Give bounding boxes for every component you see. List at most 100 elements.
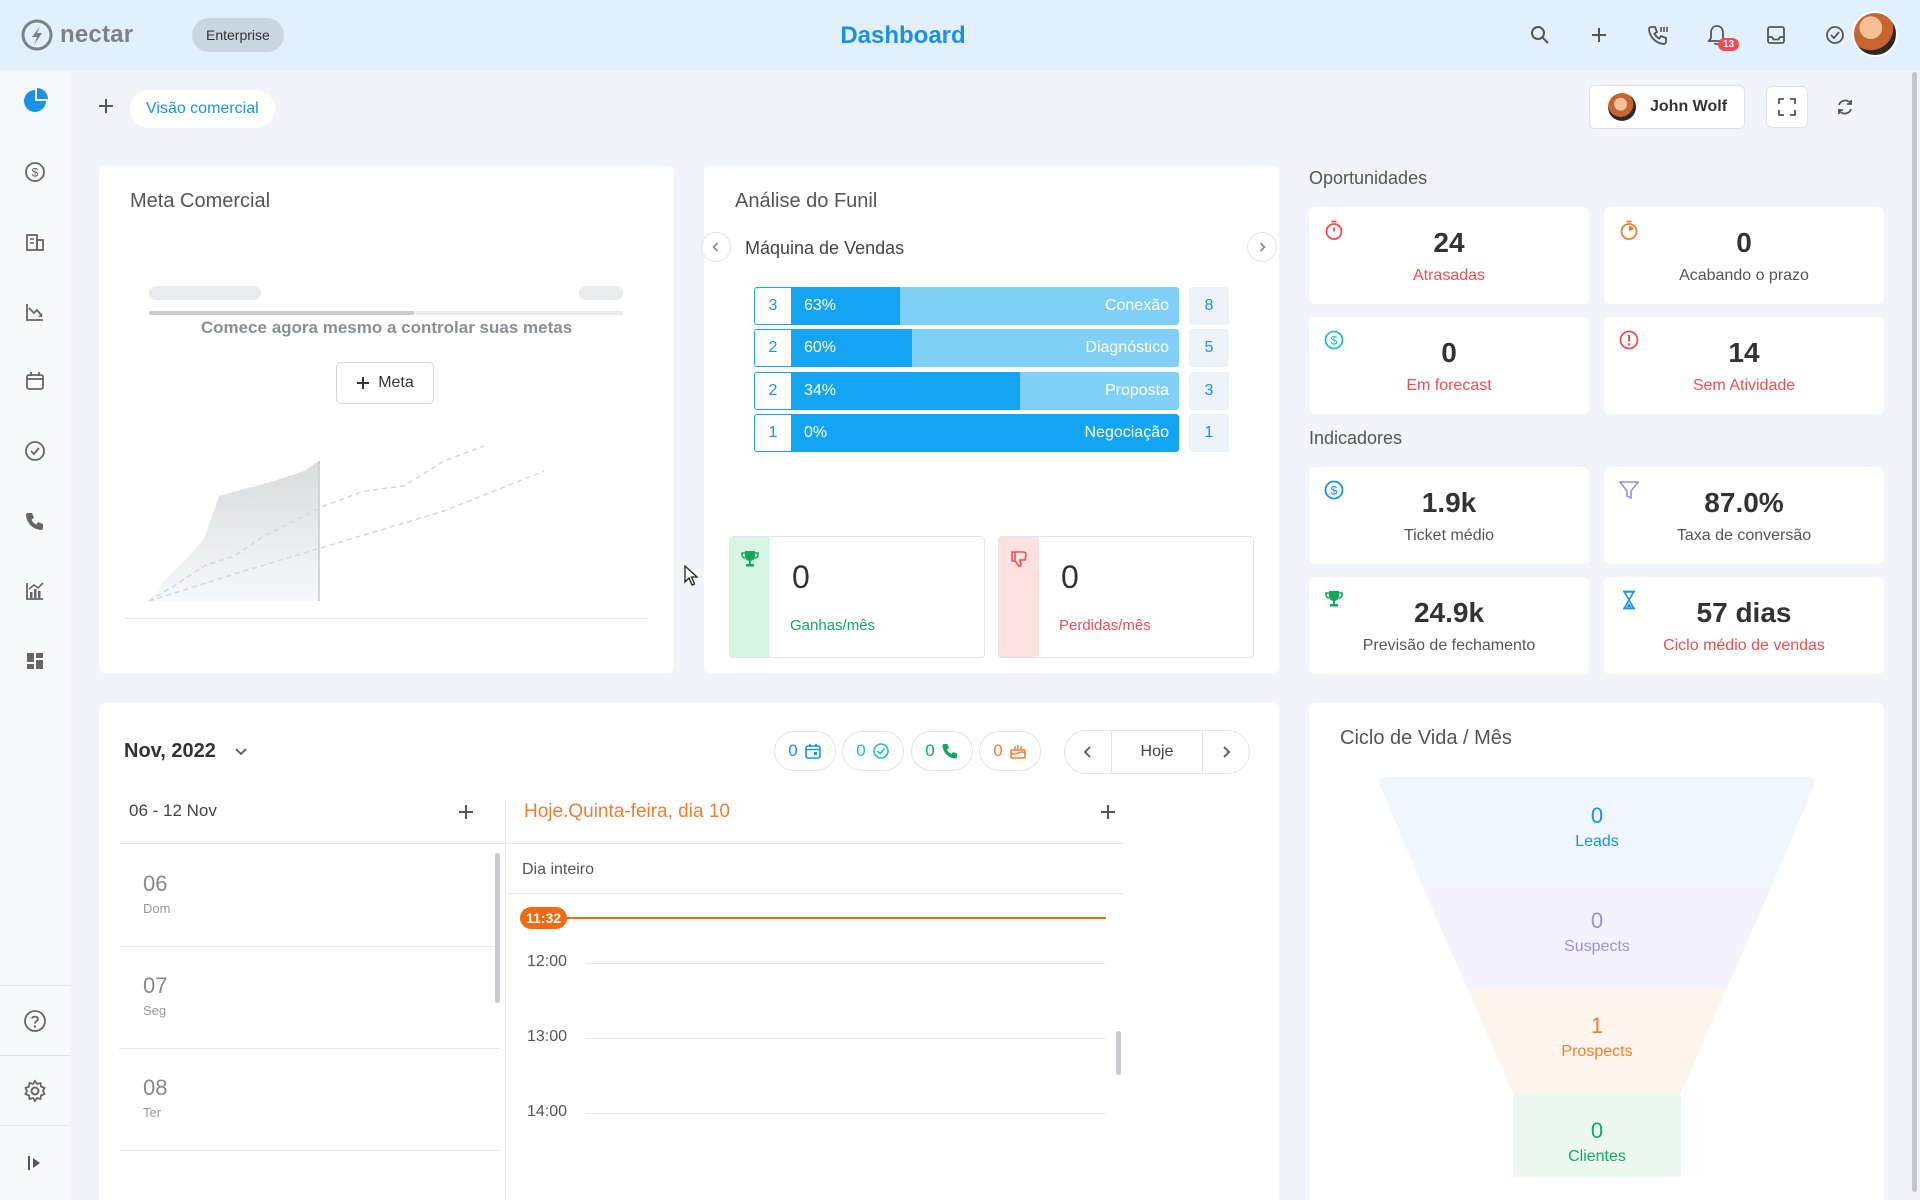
building-icon[interactable] [22,229,48,255]
pipeline-name: Máquina de Vendas [745,238,905,258]
lost-strip [999,537,1039,657]
funnel-stage-number: 3 [754,287,792,325]
activity-counter[interactable]: 0 [979,731,1041,771]
lifecycle-stage-label: Leads [1575,833,1619,850]
week-day-row[interactable]: 08 Ter [119,1049,499,1151]
sidebar-divider [0,1055,70,1056]
lost-per-month-box[interactable]: 0 Perdidas/mês [998,536,1254,658]
today-button[interactable]: Hoje [1111,730,1203,774]
add-icon[interactable] [1586,22,1612,48]
stat-tile[interactable]: 87.0% Taxa de conversão [1604,467,1884,564]
stat-tile[interactable]: $1.9k Ticket médio [1309,467,1589,564]
meta-comercial-card: Meta Comercial Comece agora mesmo a cont… [99,166,674,673]
chart-up-icon[interactable] [22,578,48,604]
lifecycle-stage[interactable]: 0 Suspects [1497,908,1697,956]
lifecycle-stage[interactable]: 0 Leads [1497,803,1697,851]
lifecycle-stage-value: 0 [1590,908,1604,933]
fullscreen-button[interactable] [1766,86,1808,128]
funnel-stage-bar: 60% Diagnóstico [792,329,1179,367]
month-label: Nov, 2022 [124,740,216,762]
funnel-stage-row[interactable]: 3 63% Conexão 8 [754,287,1229,325]
stat-tile[interactable]: 0 Acabando o prazo [1604,207,1884,304]
tab-visao-comercial[interactable]: Visão comercial [130,90,275,128]
add-week-event-icon[interactable] [457,803,477,823]
activity-counter[interactable]: 0 [774,731,836,771]
stat-value: 24.9k [1413,597,1485,628]
week-day-row[interactable]: 07 Seg [119,947,499,1049]
funnel-stage-name: Proposta [1104,382,1169,399]
chevron-right-icon [1223,746,1231,758]
activity-counter[interactable]: 0 [911,731,973,771]
stat-tile[interactable]: 24 Atrasadas [1309,207,1589,304]
funnel-stage-row[interactable]: 1 0% Negociação 1 [754,414,1229,452]
won-per-month-box[interactable]: 0 Ganhas/mês [729,536,985,658]
calendar-icon[interactable] [22,368,48,394]
week-scrollbar[interactable] [495,853,500,1003]
pie-chart-icon[interactable] [22,88,48,114]
funnel-stage-count: 1 [1189,414,1229,452]
day-name: Ter [143,1105,162,1120]
day-number: 08 [143,1075,168,1100]
hour-gridline [586,1113,1106,1114]
funnel-stage-name: Negociação [1084,424,1170,441]
stat-label: Ticket médio [1403,527,1495,544]
inbox-icon[interactable] [1763,22,1789,48]
won-label: Ganhas/mês [790,617,876,634]
add-meta-button[interactable]: Meta [336,362,434,404]
calendar-next-button[interactable] [1203,730,1249,774]
top-actions: 13 [1527,22,1848,51]
stat-tile[interactable]: 57 dias Ciclo médio de vendas [1604,577,1884,674]
funnel-stage-number: 1 [754,414,792,452]
stat-label: Previsão de fechamento [1362,637,1536,654]
check-circle-icon[interactable] [22,438,48,464]
funnel-stage-bar: 63% Conexão [792,287,1179,325]
activity-counter[interactable]: 0 [842,731,904,771]
user-avatar[interactable] [1852,11,1898,57]
counter-value: 0 [856,741,866,760]
gear-icon[interactable] [22,1078,48,1104]
help-icon[interactable] [22,1008,48,1034]
collapse-icon[interactable] [22,1150,48,1176]
add-tab-icon[interactable] [96,96,116,116]
lifecycle-stage[interactable]: 1 Prospects [1497,1013,1697,1061]
phone-call-icon[interactable] [1645,22,1671,48]
current-time-line [564,917,1106,919]
day-scrollbar[interactable] [1116,1031,1121,1075]
phone-icon[interactable] [22,508,48,534]
add-day-event-icon[interactable] [1099,803,1119,823]
hour-label: 14:00 [527,1103,568,1120]
stat-tile[interactable]: 14 Sem Atividade [1604,317,1884,414]
hour-gridline [586,963,1106,964]
lifecycle-stage-label: Prospects [1561,1043,1633,1060]
current-time-badge: 11:32 [520,907,568,929]
check-circle-icon [872,742,890,760]
stat-label: Em forecast [1406,377,1492,394]
page-scrollbar[interactable] [1912,72,1917,1192]
funnel-next-button[interactable] [1247,232,1277,262]
funnel-prev-button[interactable] [701,232,731,262]
dollar-icon[interactable]: $ [22,159,48,185]
user-filter-button[interactable]: John Wolf [1589,85,1745,129]
refresh-icon[interactable] [1832,94,1858,120]
check-circle-icon[interactable] [1822,22,1848,48]
calendar-prev-button[interactable] [1065,730,1111,774]
lifecycle-stage[interactable]: 0 Clientes [1497,1118,1697,1166]
funnel-stage-row[interactable]: 2 34% Proposta 3 [754,372,1229,410]
top-bar: nectar Enterprise Dashboard 13 [0,0,1920,70]
meta-placeholder-chart [148,445,545,602]
day-number: 07 [143,973,168,998]
lost-value: 0 [1061,559,1079,595]
funnel-stage-bar: 34% Proposta [792,372,1179,410]
stat-tile[interactable]: $0 Em forecast [1309,317,1589,414]
thumbs-down-icon [1011,551,1027,568]
stat-tile[interactable]: 24.9k Previsão de fechamento [1309,577,1589,674]
chart-down-icon[interactable] [22,299,48,325]
bell-icon[interactable]: 13 [1704,22,1740,51]
search-icon[interactable] [1527,22,1553,48]
month-selector[interactable]: Nov, 2022 [124,740,248,763]
plus-icon [357,377,370,389]
counter-value: 0 [925,741,935,760]
funnel-stage-row[interactable]: 2 60% Diagnóstico 5 [754,329,1229,367]
week-day-row[interactable]: 06 Dom [119,845,499,947]
dashboard-icon[interactable] [22,648,48,674]
